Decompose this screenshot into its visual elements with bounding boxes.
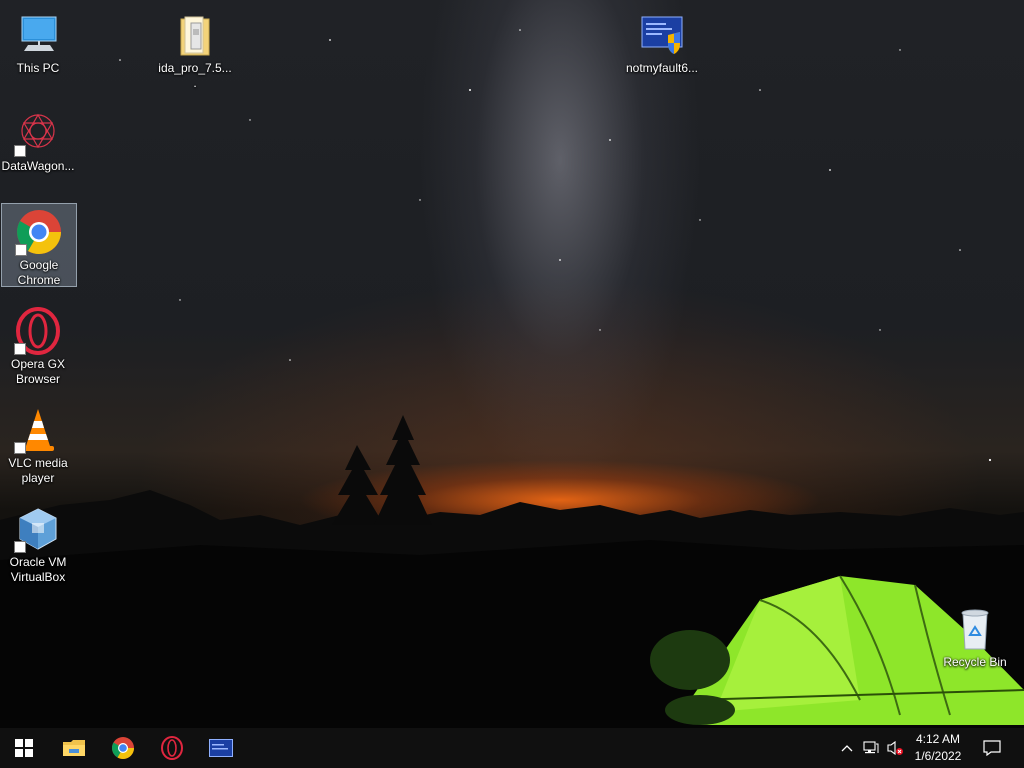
taskbar-app-window[interactable] <box>197 728 245 768</box>
taskbar-opera-gx[interactable] <box>148 728 196 768</box>
taskbar-file-explorer[interactable] <box>50 728 98 768</box>
tray-volume[interactable] <box>884 728 906 768</box>
shortcut-arrow-icon <box>14 541 26 553</box>
clock-date: 1/6/2022 <box>914 749 962 763</box>
this-pc-icon <box>21 16 57 51</box>
tray-show-hidden-icons[interactable] <box>838 728 856 768</box>
desktop-icon-virtualbox[interactable]: Oracle VM VirtualBox <box>0 500 76 586</box>
opera-gx-icon <box>161 736 183 760</box>
action-center-button[interactable] <box>978 728 1006 768</box>
desktop-icon-this-pc[interactable]: This PC <box>0 6 76 77</box>
shortcut-arrow-icon <box>15 244 27 256</box>
icon-label: DataWagon... <box>1 159 75 173</box>
desktop-background[interactable]: This PC ida_pro_7.5.... notmyfault6... D… <box>0 0 1024 728</box>
windows-start-icon <box>15 739 33 757</box>
icon-label: Oracle VM VirtualBox <box>9 555 67 584</box>
shortcut-arrow-icon <box>14 442 26 454</box>
chevron-up-icon <box>841 745 853 752</box>
desktop-icon-ida-pro[interactable]: ida_pro_7.5.... <box>157 6 233 92</box>
application-window-icon <box>209 739 233 757</box>
shortcut-arrow-icon <box>14 343 26 355</box>
wallpaper-landscape <box>0 29 1024 728</box>
icon-label: ida_pro_7.5.... <box>158 61 232 90</box>
volume-muted-icon <box>887 740 903 756</box>
notification-icon <box>983 740 1001 756</box>
desktop-icon-recycle-bin[interactable]: Recycle Bin <box>937 600 1013 671</box>
icon-label: Opera GX Browser <box>10 357 66 386</box>
taskbar: 4:12 AM 1/6/2022 <box>0 728 1024 768</box>
icon-label: notmyfault6... <box>625 61 699 75</box>
desktop-icon-notmyfault[interactable]: notmyfault6... <box>624 6 700 77</box>
desktop-icon-google-chrome[interactable]: Google Chrome <box>1 203 77 287</box>
desktop-icon-vlc[interactable]: VLC media player <box>0 401 76 487</box>
tree-silhouettes <box>332 415 432 525</box>
desktop-icon-datawagon[interactable]: DataWagon... <box>0 104 76 175</box>
recycle-bin-icon <box>961 609 989 650</box>
taskbar-chrome[interactable] <box>99 728 147 768</box>
taskbar-clock[interactable]: 4:12 AM 1/6/2022 <box>906 731 970 765</box>
stars <box>119 29 992 462</box>
icon-label: This PC <box>16 61 60 75</box>
icon-label: Google Chrome <box>17 258 61 287</box>
shortcut-arrow-icon <box>14 145 26 157</box>
file-explorer-icon <box>63 740 85 756</box>
network-icon <box>863 741 879 754</box>
notmyfault-icon <box>641 16 683 54</box>
chrome-icon <box>112 737 134 759</box>
start-button[interactable] <box>0 728 48 768</box>
tray-network[interactable] <box>860 728 882 768</box>
folder-icon <box>180 16 210 56</box>
clock-time: 4:12 AM <box>915 732 961 746</box>
icon-label: Recycle Bin <box>943 655 1007 669</box>
desktop-icon-opera-gx[interactable]: Opera GX Browser <box>0 302 76 388</box>
icon-label: VLC media player <box>8 456 68 485</box>
